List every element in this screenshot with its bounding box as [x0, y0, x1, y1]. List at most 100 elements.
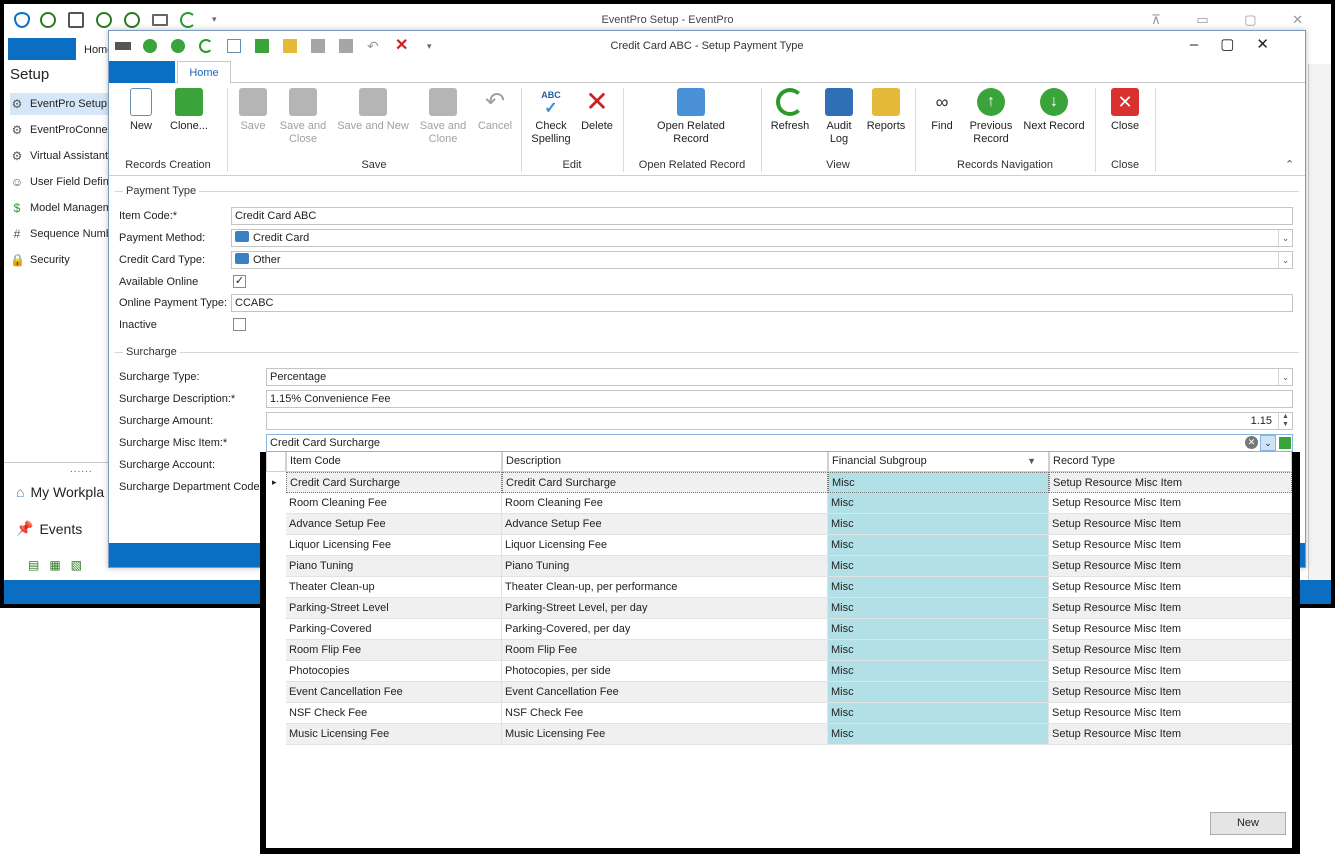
grid-cell[interactable]: Setup Resource Misc Item	[1049, 703, 1292, 724]
grid-cell[interactable]: Room Cleaning Fee	[502, 493, 828, 514]
grid-cell[interactable]: Misc	[828, 703, 1049, 724]
grid-cell[interactable]: Advance Setup Fee	[286, 514, 502, 535]
next-record-button[interactable]: ↓ Next Record	[1021, 88, 1087, 133]
grid-cell[interactable]: Setup Resource Misc Item	[1049, 724, 1292, 745]
main-window-controls[interactable]: ⊼ ▭ ▢ ✕	[1151, 12, 1319, 28]
payment-method-select[interactable]: Credit Card ⌄	[231, 229, 1293, 247]
cancel-button[interactable]: ↶ Cancel	[475, 88, 515, 133]
tab-home[interactable]: Home	[177, 61, 231, 84]
previous-record-button[interactable]: ↑ Previous Record	[965, 88, 1017, 146]
close-button[interactable]: ✕ Close	[1103, 88, 1147, 133]
sidebar-item-eventproconnect[interactable]: ⚙ EventProConne	[10, 119, 108, 141]
grid-cell[interactable]: Parking-Covered, per day	[502, 619, 828, 640]
grid-cell[interactable]: Misc	[828, 640, 1049, 661]
child-window-controls[interactable]: –▢✕	[1190, 35, 1291, 53]
save-and-new-button[interactable]: Save and New	[335, 88, 411, 133]
chevron-down-icon[interactable]: ⌄	[1278, 369, 1292, 385]
grid-cell[interactable]: Setup Resource Misc Item	[1049, 535, 1292, 556]
grid-cell[interactable]: Parking-Covered	[286, 619, 502, 640]
inactive-checkbox[interactable]	[233, 318, 246, 331]
surcharge-amount-input[interactable]: 1.15 ▲ ▼	[266, 412, 1293, 430]
online-payment-type-input[interactable]: CCABC	[231, 294, 1293, 312]
chevron-down-icon[interactable]: ⌄	[1278, 230, 1292, 246]
surcharge-description-input[interactable]: 1.15% Convenience Fee	[266, 390, 1293, 408]
grid-cell[interactable]: Room Flip Fee	[286, 640, 502, 661]
sidebar-item-eventpro-setup[interactable]: ⚙ EventPro Setup	[10, 93, 112, 115]
new-button[interactable]: New	[121, 88, 161, 133]
grid-cell[interactable]: Room Cleaning Fee	[286, 493, 502, 514]
grid-cell[interactable]: Setup Resource Misc Item	[1049, 493, 1292, 514]
grid-cell[interactable]: Setup Resource Misc Item	[1049, 577, 1292, 598]
grid-cell[interactable]: Setup Resource Misc Item	[1049, 598, 1292, 619]
grid-cell[interactable]: Event Cancellation Fee	[502, 682, 828, 703]
open-related-record-button[interactable]: Open Related Record	[649, 88, 733, 146]
audit-log-button[interactable]: Audit Log	[819, 88, 859, 146]
add-item-icon[interactable]	[1279, 437, 1291, 449]
column-header-item-code[interactable]: Item Code	[286, 452, 502, 472]
save-button[interactable]: Save	[233, 88, 273, 133]
refresh-button[interactable]: Refresh	[767, 88, 813, 133]
grid-cell[interactable]: Parking-Street Level	[286, 598, 502, 619]
grid-cell[interactable]: Setup Resource Misc Item	[1049, 556, 1292, 577]
nav-shortcut-icons[interactable]: ▤▦▧	[28, 558, 92, 572]
nav-events[interactable]: 📌 Events	[16, 520, 82, 537]
grid-cell[interactable]: Misc	[828, 724, 1049, 745]
grid-cell[interactable]: Parking-Street Level, per day	[502, 598, 828, 619]
grid-cell[interactable]: Piano Tuning	[286, 556, 502, 577]
column-header-record-type[interactable]: Record Type	[1049, 452, 1292, 472]
collapse-ribbon-icon[interactable]: ⌃	[1285, 158, 1294, 171]
grid-cell[interactable]: Setup Resource Misc Item	[1049, 640, 1292, 661]
chevron-down-icon[interactable]: ⌄	[1278, 252, 1292, 268]
sidebar-item-model-management[interactable]: $ Model Managem	[10, 197, 112, 219]
grid-cell[interactable]: Setup Resource Misc Item	[1049, 661, 1292, 682]
spinner-icon[interactable]: ▲ ▼	[1278, 413, 1292, 429]
grid-cell[interactable]: Event Cancellation Fee	[286, 682, 502, 703]
grid-cell[interactable]: Room Flip Fee	[502, 640, 828, 661]
child-app-menu-button[interactable]	[109, 61, 175, 83]
grid-cell[interactable]: NSF Check Fee	[286, 703, 502, 724]
grid-cell[interactable]: Advance Setup Fee	[502, 514, 828, 535]
grid-cell[interactable]: Misc	[828, 577, 1049, 598]
save-and-close-button[interactable]: Save and Close	[277, 88, 329, 146]
chevron-down-icon[interactable]: ⌄	[1260, 435, 1276, 451]
sidebar-splitter[interactable]: ......	[70, 464, 93, 475]
grid-cell[interactable]: Misc	[828, 598, 1049, 619]
column-header-description[interactable]: Description	[502, 452, 828, 472]
grid-cell[interactable]: Credit Card Surcharge	[286, 472, 502, 493]
surcharge-type-select[interactable]: Percentage ⌄	[266, 368, 1293, 386]
grid-cell[interactable]: Misc	[828, 472, 1049, 493]
sidebar-item-security[interactable]: 🔒 Security	[10, 249, 70, 271]
grid-cell[interactable]: Liquor Licensing Fee	[286, 535, 502, 556]
grid-cell[interactable]: Theater Clean-up, per performance	[502, 577, 828, 598]
sidebar-item-sequence-numbers[interactable]: # Sequence Numb	[10, 223, 112, 245]
save-and-clone-button[interactable]: Save and Clone	[417, 88, 469, 146]
grid-cell[interactable]: Theater Clean-up	[286, 577, 502, 598]
clear-icon[interactable]: ✕	[1245, 436, 1258, 449]
grid-cell[interactable]: Setup Resource Misc Item	[1049, 472, 1292, 493]
find-button[interactable]: ∞ Find	[923, 88, 961, 133]
credit-card-type-select[interactable]: Other ⌄	[231, 251, 1293, 269]
new-misc-item-button[interactable]: New	[1210, 812, 1286, 835]
sidebar-item-user-field-definitions[interactable]: ☺ User Field Defin	[10, 171, 109, 193]
check-spelling-button[interactable]: ABC ✓ Check Spelling	[529, 88, 573, 146]
sidebar-item-virtual-assistant[interactable]: ⚙ Virtual Assistant	[10, 145, 108, 167]
reports-button[interactable]: Reports	[863, 88, 909, 133]
grid-cell[interactable]: Music Licensing Fee	[286, 724, 502, 745]
grid-cell[interactable]: Misc	[828, 682, 1049, 703]
grid-cell[interactable]: Misc	[828, 619, 1049, 640]
app-menu-button[interactable]	[8, 38, 76, 60]
grid-cell[interactable]: Photocopies	[286, 661, 502, 682]
grid-cell[interactable]: Misc	[828, 535, 1049, 556]
nav-my-workplace[interactable]: ⌂ My Workpla	[16, 484, 104, 500]
grid-cell[interactable]: Setup Resource Misc Item	[1049, 682, 1292, 703]
grid-cell[interactable]: Misc	[828, 556, 1049, 577]
grid-cell[interactable]: Misc	[828, 493, 1049, 514]
grid-cell[interactable]: Photocopies, per side	[502, 661, 828, 682]
grid-cell[interactable]: Misc	[828, 514, 1049, 535]
clone-button[interactable]: Clone...	[165, 88, 213, 133]
grid-cell[interactable]: Music Licensing Fee	[502, 724, 828, 745]
column-header-financial-subgroup[interactable]: Financial Subgroup ▼	[828, 452, 1049, 472]
grid-cell[interactable]: Piano Tuning	[502, 556, 828, 577]
available-online-checkbox[interactable]: ✓	[233, 275, 246, 288]
grid-cell[interactable]: Liquor Licensing Fee	[502, 535, 828, 556]
